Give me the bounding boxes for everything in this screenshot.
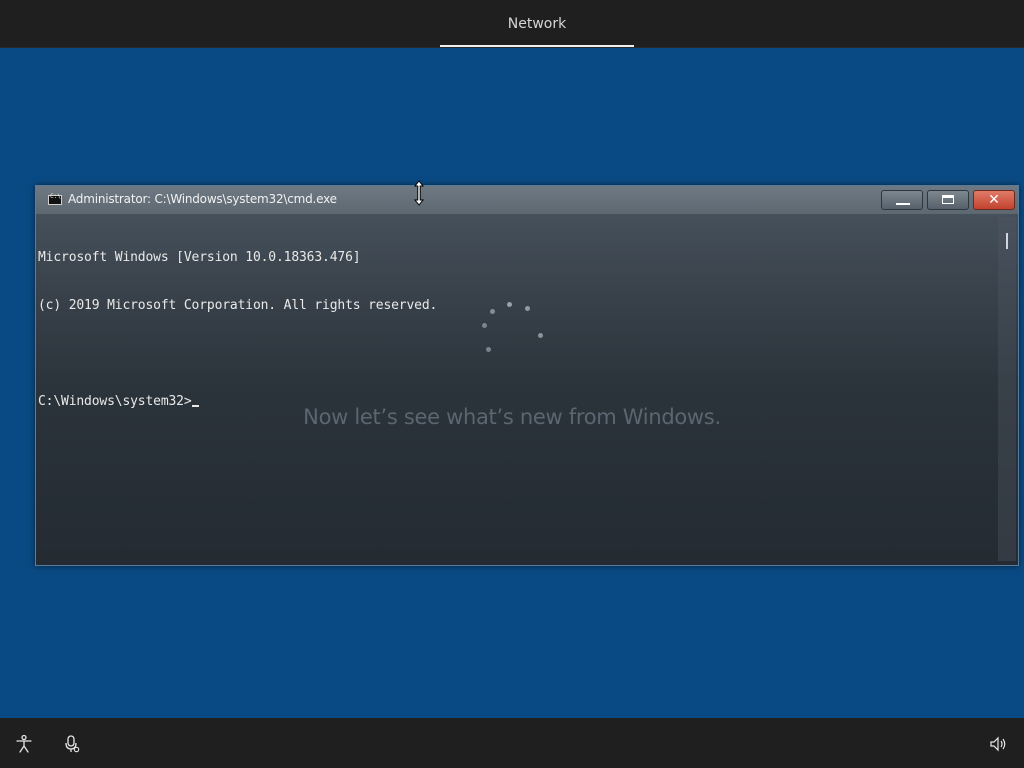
- resize-cursor-icon: [413, 180, 425, 206]
- window-title: Administrator: C:\Windows\system32\cmd.e…: [68, 192, 337, 206]
- tab-network-label: Network: [507, 16, 567, 32]
- close-button[interactable]: ✕: [973, 190, 1015, 210]
- maximize-icon: [942, 195, 954, 204]
- window-titlebar[interactable]: Administrator: C:\Windows\system32\cmd.e…: [36, 186, 1018, 214]
- minimize-button[interactable]: [881, 190, 923, 210]
- minimize-icon: [896, 203, 910, 205]
- console-prompt: C:\Windows\system32>: [38, 394, 192, 409]
- cmd-icon: [48, 193, 62, 205]
- top-bar: Network: [0, 0, 1024, 48]
- tab-network[interactable]: Network: [440, 0, 634, 47]
- console-output[interactable]: Microsoft Windows [Version 10.0.18363.47…: [38, 218, 996, 558]
- microphone-icon[interactable]: [62, 734, 82, 754]
- bottom-bar: [0, 718, 1024, 768]
- cmd-window[interactable]: Administrator: C:\Windows\system32\cmd.e…: [35, 185, 1019, 566]
- setup-message: Now let’s see what’s new from Windows.: [303, 405, 721, 429]
- text-cursor: [191, 405, 199, 407]
- accessibility-icon[interactable]: [14, 734, 34, 754]
- loading-spinner-icon: [476, 300, 548, 360]
- close-icon: ✕: [988, 192, 1000, 208]
- maximize-button[interactable]: [927, 190, 969, 210]
- scrollbar-thumb[interactable]: [1006, 233, 1008, 249]
- volume-icon[interactable]: [988, 734, 1008, 754]
- tab-active-indicator: [440, 45, 634, 47]
- vertical-scrollbar[interactable]: [998, 217, 1016, 561]
- console-line: Microsoft Windows [Version 10.0.18363.47…: [38, 250, 361, 265]
